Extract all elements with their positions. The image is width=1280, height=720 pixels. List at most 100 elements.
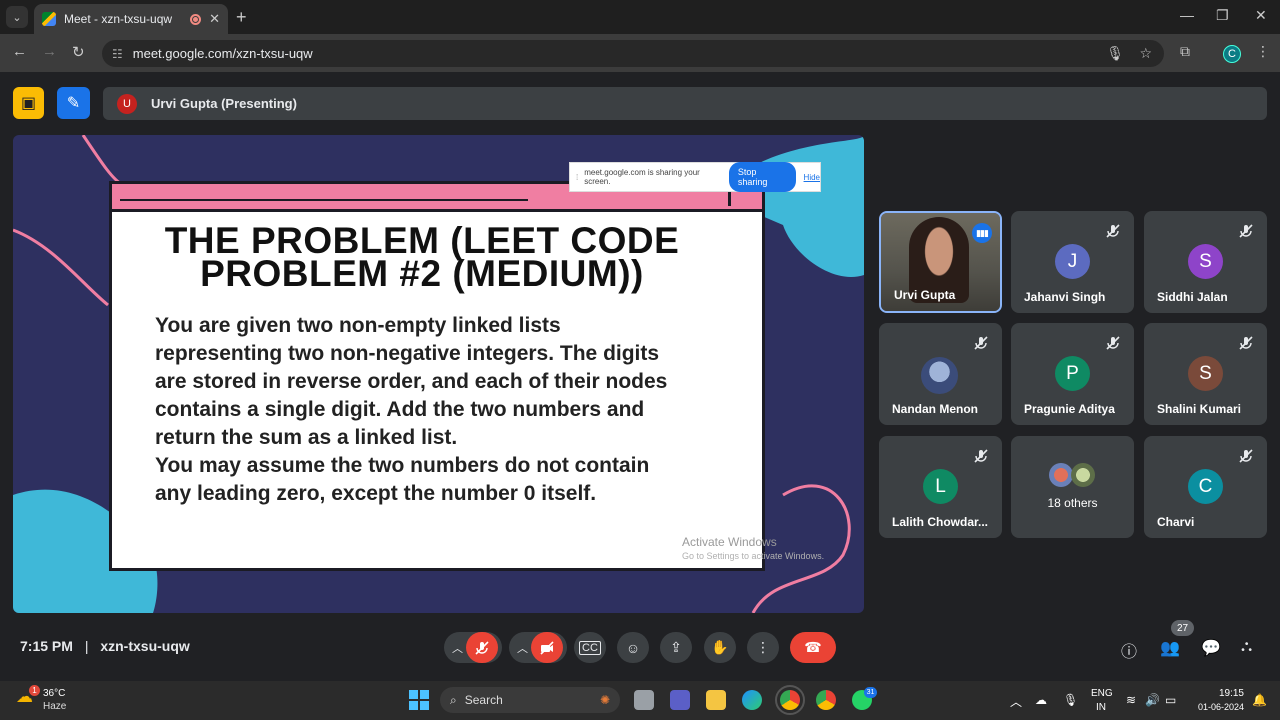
- input-language[interactable]: ENG: [1091, 688, 1113, 699]
- taskbar-search[interactable]: ⌕ Search ✺: [440, 687, 620, 713]
- participant-tile[interactable]: J Jahanvi Singh: [1011, 211, 1134, 313]
- others-tile[interactable]: 18 others: [1011, 436, 1134, 538]
- emoji-icon: ☺: [625, 639, 641, 656]
- participant-avatar: S: [1188, 244, 1223, 279]
- participant-tile[interactable]: S Shalini Kumari: [1144, 323, 1267, 425]
- chrome-profile-1-icon[interactable]: [775, 685, 805, 715]
- recording-indicator-icon: [190, 13, 202, 25]
- end-call-icon: ☎: [804, 639, 822, 655]
- slide-title: THE PROBLEM (LEET CODE PROBLEM #2 (MEDIU…: [112, 222, 732, 292]
- present-screen-icon: ⇪: [670, 639, 682, 655]
- start-button[interactable]: [409, 690, 429, 710]
- presentation-controls-button[interactable]: ▣: [13, 87, 44, 119]
- participant-name: Shalini Kumari: [1157, 402, 1242, 416]
- present-off-icon: ▣: [20, 95, 37, 112]
- slide-body-line: contains a single digit. Add the two num…: [155, 398, 645, 421]
- back-button[interactable]: ←: [12, 43, 27, 60]
- drag-handle-icon[interactable]: ⁞: [576, 173, 578, 182]
- mic-off-icon: [974, 449, 988, 463]
- participant-tile[interactable]: ▮▮▮ Urvi Gupta: [879, 211, 1002, 313]
- show-hidden-icons-chevron-icon[interactable]: ︿: [1010, 693, 1022, 710]
- chat-icon: 💬: [1201, 640, 1221, 657]
- close-window-button[interactable]: ✕: [1255, 7, 1267, 24]
- stop-sharing-button[interactable]: Stop sharing: [728, 162, 796, 192]
- extensions-puzzle-icon[interactable]: ⧉: [1180, 43, 1190, 60]
- slide-body-line: any leading zero, except the number 0 it…: [155, 482, 597, 505]
- wifi-icon[interactable]: ≋: [1126, 693, 1136, 707]
- screen-share-banner: ⁞ meet.google.com is sharing your screen…: [569, 162, 821, 192]
- onedrive-cloud-icon[interactable]: ☁: [1035, 693, 1047, 707]
- browser-menu-icon[interactable]: ⋮: [1256, 43, 1270, 60]
- participant-avatar-photo: [921, 357, 958, 394]
- mic-off-icon: [974, 336, 988, 350]
- participant-avatar: J: [1055, 244, 1090, 279]
- notification-bell-icon[interactable]: 🔔: [1252, 693, 1267, 707]
- mic-options-chevron-icon[interactable]: ︿: [452, 640, 463, 656]
- forward-button[interactable]: →: [42, 43, 57, 60]
- others-avatar-photo: [1071, 463, 1095, 487]
- camera-toggle-button[interactable]: [531, 632, 563, 663]
- mic-off-icon: [1106, 336, 1120, 350]
- presenter-bar: U Urvi Gupta (Presenting): [103, 87, 1267, 120]
- profile-avatar[interactable]: C: [1223, 45, 1241, 63]
- teams-icon[interactable]: [670, 690, 690, 710]
- pen-icon: ✎: [66, 95, 81, 112]
- participant-avatar: L: [923, 469, 958, 504]
- reload-button[interactable]: ↻: [72, 43, 85, 61]
- captions-button[interactable]: CC: [574, 632, 606, 663]
- meeting-code[interactable]: xzn-txsu-uqw: [100, 638, 189, 654]
- system-time[interactable]: 19:15: [1210, 688, 1244, 699]
- slide-body-line: representing two non-negative integers. …: [155, 342, 660, 365]
- chat-button[interactable]: 💬: [1201, 638, 1221, 658]
- volume-icon[interactable]: 🔊: [1145, 693, 1160, 707]
- minimize-window-button[interactable]: —: [1180, 7, 1194, 23]
- leave-call-button[interactable]: ☎: [790, 632, 836, 663]
- maximize-window-button[interactable]: ❐: [1216, 7, 1229, 24]
- participant-tile[interactable]: Nandan Menon: [879, 323, 1002, 425]
- participant-tile[interactable]: S Siddhi Jalan: [1144, 211, 1267, 313]
- participant-tile[interactable]: P Pragunie Aditya: [1011, 323, 1134, 425]
- meeting-details-button[interactable]: ⓘ: [1121, 638, 1137, 662]
- system-date[interactable]: 01-06-2024: [1190, 702, 1244, 712]
- browser-tab[interactable]: Meet - xzn-txsu-uqw ✕: [34, 4, 228, 34]
- captions-icon: CC: [579, 640, 601, 655]
- bookmark-star-icon[interactable]: ☆: [1139, 45, 1152, 62]
- activities-button[interactable]: ⛬: [1241, 638, 1252, 656]
- chrome-profile-2-icon[interactable]: [816, 690, 836, 710]
- url-text: meet.google.com/xzn-txsu-uqw: [132, 46, 313, 61]
- participant-name: Nandan Menon: [892, 402, 978, 416]
- close-tab-icon[interactable]: ✕: [209, 11, 220, 27]
- hand-icon: ✋: [711, 639, 729, 655]
- raise-hand-button[interactable]: ✋: [704, 632, 736, 663]
- participant-tile[interactable]: L Lalith Chowdar...: [879, 436, 1002, 538]
- address-bar[interactable]: ☷ meet.google.com/xzn-txsu-uqw 🎙 ☆: [102, 40, 1164, 67]
- new-tab-button[interactable]: +: [236, 7, 247, 28]
- tab-search-button[interactable]: ⌄: [6, 6, 28, 28]
- task-view-icon[interactable]: [634, 690, 654, 710]
- more-options-button[interactable]: ⋮: [747, 632, 779, 663]
- reactions-button[interactable]: ☺: [617, 632, 649, 663]
- mic-off-icon: [1239, 224, 1253, 238]
- participant-name: Siddhi Jalan: [1157, 290, 1228, 304]
- annotate-button[interactable]: ✎: [57, 87, 90, 119]
- battery-icon[interactable]: ▭: [1165, 693, 1176, 707]
- edge-browser-icon[interactable]: [742, 690, 762, 710]
- participant-tile[interactable]: C Charvi: [1144, 436, 1267, 538]
- microphone-toggle-button[interactable]: [466, 632, 498, 663]
- microphone-tray-icon[interactable]: 🎙: [1063, 693, 1078, 707]
- others-count-label: 18 others: [1047, 496, 1098, 510]
- camera-options-chevron-icon[interactable]: ︿: [517, 640, 528, 656]
- present-now-button[interactable]: ⇪: [660, 632, 692, 663]
- mic-off-icon: [1239, 449, 1253, 463]
- separator: |: [84, 638, 89, 654]
- file-explorer-icon[interactable]: [706, 690, 726, 710]
- shared-screen: THE PROBLEM (LEET CODE PROBLEM #2 (MEDIU…: [13, 135, 864, 613]
- participant-avatar: C: [1188, 469, 1223, 504]
- site-info-icon[interactable]: ☷: [112, 47, 123, 61]
- meeting-clock-and-code: 7:15 PM | xzn-txsu-uqw: [20, 638, 190, 654]
- hide-banner-link[interactable]: Hide: [804, 173, 820, 182]
- input-region[interactable]: IN: [1096, 702, 1106, 713]
- more-vert-icon: ⋮: [756, 639, 770, 655]
- mic-in-use-icon[interactable]: 🎙: [1106, 45, 1124, 62]
- people-button[interactable]: 👥: [1160, 638, 1180, 658]
